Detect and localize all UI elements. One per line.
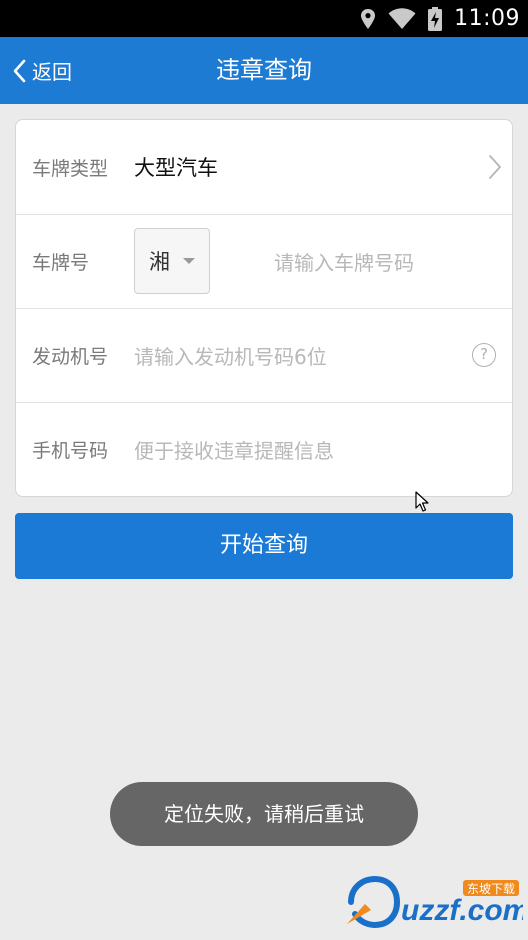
back-label: 返回 [32, 60, 72, 84]
back-button[interactable]: 返回 [12, 37, 72, 104]
battery-charging-icon [428, 6, 443, 31]
svg-text:东坡下载: 东坡下载 [467, 882, 515, 896]
plate-type-row[interactable]: 车牌类型 大型汽车 [16, 120, 512, 214]
start-query-button[interactable]: 开始查询 [15, 513, 513, 579]
plate-number-label: 车牌号 [32, 251, 90, 274]
location-icon [361, 8, 376, 29]
engine-number-label: 发动机号 [32, 345, 109, 368]
wifi-icon [388, 7, 416, 29]
plate-number-row: 车牌号 湘 请输入车牌号码 [16, 214, 512, 308]
engine-number-input[interactable]: 请输入发动机号码6位 [134, 341, 327, 370]
chevron-left-icon [13, 59, 26, 82]
svg-text:uzzf.com: uzzf.com [401, 894, 523, 927]
page-title: 违章查询 [216, 56, 312, 84]
status-bar: 11:09 [0, 0, 528, 37]
query-form-card: 车牌类型 大型汽车 车牌号 湘 请输入车牌号码 发动机号 请输入发动机号码6位 … [15, 119, 513, 497]
province-select[interactable]: 湘 [134, 228, 210, 294]
status-icons: 11:09 [360, 0, 520, 37]
engine-number-row: 发动机号 请输入发动机号码6位 ? [16, 308, 512, 402]
phone-row: 手机号码 便于接收违章提醒信息 [16, 402, 512, 496]
plate-type-label: 车牌类型 [32, 157, 109, 180]
uzzf-watermark-logo: uzzf.com 东坡下载 [347, 875, 523, 929]
phone-label: 手机号码 [32, 439, 109, 462]
province-value: 湘 [149, 250, 170, 274]
help-icon[interactable]: ? [472, 343, 496, 367]
plate-type-value: 大型汽车 [134, 156, 218, 180]
phone-input[interactable]: 便于接收违章提醒信息 [134, 435, 334, 464]
toast-message: 定位失败，请稍后重试 [110, 782, 418, 846]
app-bar: 违章查询 返回 [0, 37, 528, 104]
caret-down-icon [183, 258, 195, 264]
mouse-cursor-icon [415, 491, 429, 512]
chevron-right-icon [489, 155, 501, 179]
plate-number-input[interactable]: 请输入车牌号码 [274, 247, 414, 276]
status-time: 11:09 [454, 6, 520, 31]
